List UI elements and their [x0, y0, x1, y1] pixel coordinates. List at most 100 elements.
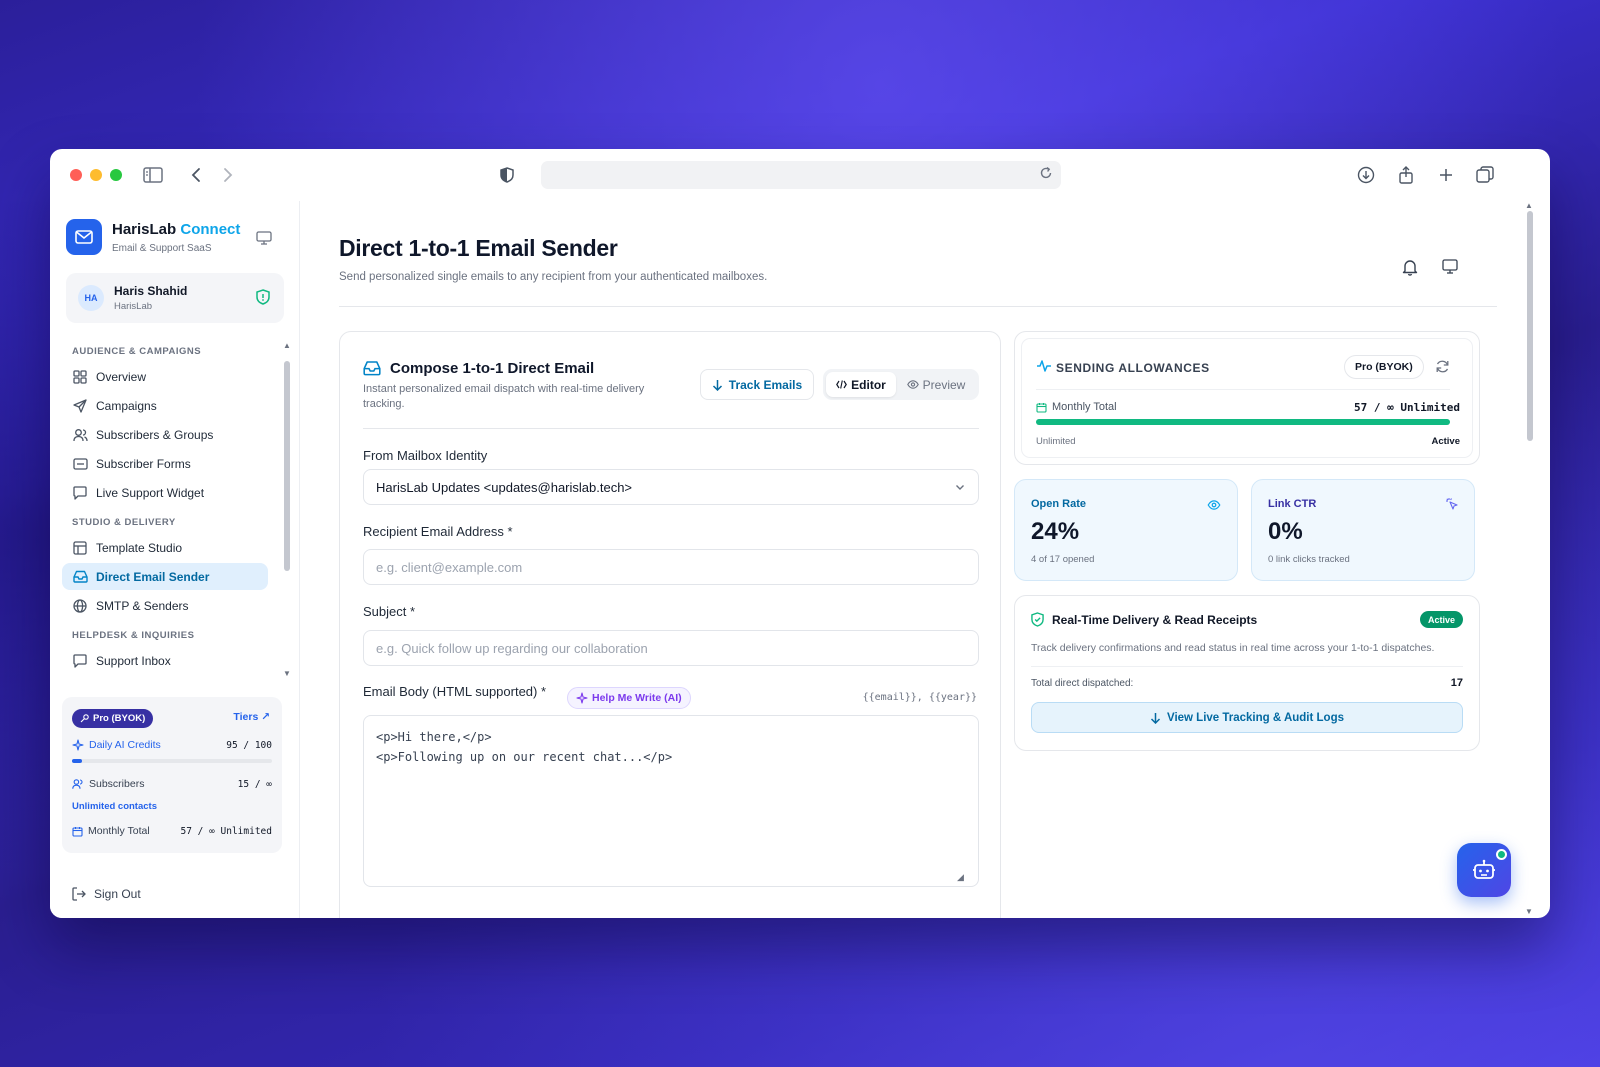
help-me-write-ai-label: Help Me Write (AI): [592, 692, 682, 704]
sign-out-label: Sign Out: [94, 887, 141, 901]
arrow-down-icon: [712, 379, 723, 391]
open-rate-note: 4 of 17 opened: [1031, 554, 1095, 565]
monthly-total-status: Active: [1431, 436, 1460, 447]
plan-badge-label: Pro (BYOK): [93, 713, 146, 724]
link-ctr-note: 0 link clicks tracked: [1268, 554, 1350, 565]
user-card[interactable]: HA Haris Shahid HarisLab: [66, 273, 284, 323]
forward-icon[interactable]: [216, 163, 240, 187]
sidebar-scrollbar[interactable]: [284, 349, 290, 571]
from-mailbox-label: From Mailbox Identity: [363, 448, 488, 463]
reload-icon[interactable]: [1039, 166, 1053, 185]
sidebar-toggle-icon[interactable]: [141, 163, 165, 187]
inbox-icon: [363, 360, 381, 381]
subject-label: Subject *: [363, 604, 416, 619]
sidebar-item-direct-email-sender[interactable]: Direct Email Sender: [62, 563, 268, 590]
monitor-icon[interactable]: [1442, 259, 1458, 279]
browser-toolbar: [50, 149, 1550, 201]
back-icon[interactable]: [184, 163, 208, 187]
address-bar[interactable]: [541, 161, 1061, 189]
download-icon[interactable]: [1354, 163, 1378, 187]
compose-divider: [363, 428, 979, 429]
open-rate-label: Open Rate: [1031, 498, 1087, 510]
from-mailbox-select[interactable]: HarisLab Updates <updates@harislab.tech>: [363, 469, 979, 505]
brand-name-accent: Connect: [180, 220, 241, 238]
link-ctr-value: 0%: [1268, 518, 1303, 545]
monthly-total-progress-fill: [1036, 419, 1450, 425]
user-name: Haris Shahid: [114, 284, 188, 298]
tabs-overview-icon[interactable]: [1473, 163, 1497, 187]
chat-icon: [72, 653, 88, 669]
sign-out-button[interactable]: Sign Out: [72, 887, 141, 901]
brand-name: HarisLab Connect: [112, 221, 240, 238]
eye-icon: [1207, 497, 1221, 515]
minimize-window-button[interactable]: [90, 169, 102, 181]
refresh-icon[interactable]: [1435, 359, 1450, 379]
subject-input[interactable]: [376, 640, 956, 656]
sidebar-item-label: Campaigns: [96, 398, 157, 413]
share-icon[interactable]: [1394, 163, 1418, 187]
globe-icon: [72, 598, 88, 614]
plan-badge: Pro (BYOK): [72, 709, 154, 728]
link-ctr-card: Link CTR 0% 0 link clicks tracked: [1251, 479, 1475, 581]
scroll-down-arrow-icon[interactable]: ▼: [283, 669, 291, 678]
user-org: HarisLab: [114, 301, 153, 312]
resize-handle-icon[interactable]: ◢: [957, 872, 997, 918]
main-scrollbar[interactable]: ▲ ▼: [1525, 201, 1535, 918]
code-icon: [836, 380, 848, 389]
ai-credits-progress: [72, 759, 272, 763]
sparkles-icon: [576, 692, 588, 704]
scroll-up-arrow-icon[interactable]: ▲: [1525, 201, 1533, 210]
sidebar-item-label: Support Inbox: [96, 653, 171, 668]
zoom-window-button[interactable]: [110, 169, 122, 181]
tab-preview-label: Preview: [922, 377, 966, 392]
header-divider: [339, 306, 1497, 307]
nav-section-helpdesk: HELPDESK & INQUIRIES: [72, 630, 195, 641]
view-live-tracking-button[interactable]: View Live Tracking & Audit Logs: [1031, 702, 1463, 733]
sidebar-item-subscribers-groups[interactable]: Subscribers & Groups: [62, 421, 268, 448]
brand-subtitle: Email & Support SaaS: [112, 242, 212, 254]
sparkles-icon: [72, 739, 84, 751]
help-me-write-ai-button[interactable]: Help Me Write (AI): [567, 687, 691, 709]
users-icon: [72, 427, 88, 443]
tiers-link[interactable]: Tiers ↗: [233, 711, 270, 723]
sidebar-item-support-inbox[interactable]: Support Inbox: [62, 647, 268, 674]
close-window-button[interactable]: [70, 169, 82, 181]
sidebar-item-overview[interactable]: Overview: [62, 363, 268, 390]
sidebar-item-live-support-widget[interactable]: Live Support Widget: [62, 479, 268, 506]
ai-assistant-button[interactable]: [1457, 843, 1511, 897]
tab-preview[interactable]: Preview: [896, 372, 976, 397]
sidebar-item-template-studio[interactable]: Template Studio: [62, 534, 268, 561]
compose-title: Compose 1-to-1 Direct Email: [390, 360, 595, 377]
monthly-total-progress: [1036, 419, 1450, 425]
email-body-textarea[interactable]: <p>Hi there,</p> <p>Following up on our …: [363, 715, 979, 887]
ai-credits-progress-fill: [72, 759, 82, 763]
main-scrollbar-thumb[interactable]: [1527, 211, 1533, 441]
monthly-total-label: Monthly Total: [1036, 401, 1117, 413]
bell-icon[interactable]: [1402, 259, 1418, 281]
sidebar-item-label: Live Support Widget: [96, 485, 205, 500]
sending-allowances-inner: SENDING ALLOWANCES Pro (BYOK) Monthly To…: [1021, 338, 1473, 458]
brand[interactable]: HarisLab Connect Email & Support SaaS: [66, 219, 240, 255]
browser-window: HarisLab Connect Email & Support SaaS HA…: [50, 149, 1550, 918]
plan-usage-card: Pro (BYOK) Tiers ↗ Daily AI Credits 95 /…: [62, 697, 282, 853]
scroll-down-arrow-icon[interactable]: ▼: [1525, 907, 1533, 916]
sidebar-item-subscriber-forms[interactable]: Subscriber Forms: [62, 450, 268, 477]
tab-editor[interactable]: Editor: [826, 372, 896, 397]
sidebar-scrollbar-thumb[interactable]: [284, 361, 290, 571]
grid-icon: [72, 369, 88, 385]
sidebar-item-label: Subscribers & Groups: [96, 427, 214, 442]
new-tab-icon[interactable]: [1434, 163, 1458, 187]
subscribers-value: 15 / ∞: [237, 778, 272, 790]
monthly-total-text: Monthly Total: [1052, 401, 1117, 413]
nav-section-audience: AUDIENCE & CAMPAIGNS: [72, 346, 202, 357]
recipient-email-input[interactable]: [376, 559, 956, 575]
monitor-icon[interactable]: [256, 231, 272, 250]
shield-privacy-icon[interactable]: [495, 163, 519, 187]
sidebar-item-campaigns[interactable]: Campaigns: [62, 392, 268, 419]
unlimited-contacts-note: Unlimited contacts: [72, 801, 157, 812]
sidebar-item-label: Subscriber Forms: [96, 456, 191, 471]
sidebar-item-smtp-senders[interactable]: SMTP & Senders: [62, 592, 268, 619]
track-emails-button[interactable]: Track Emails: [700, 369, 814, 400]
page-subtitle: Send personalized single emails to any r…: [339, 271, 768, 283]
nav-section-studio: STUDIO & DELIVERY: [72, 517, 176, 528]
